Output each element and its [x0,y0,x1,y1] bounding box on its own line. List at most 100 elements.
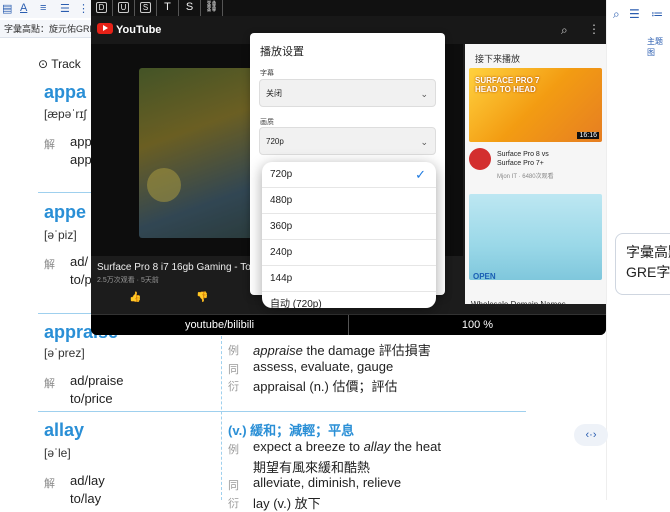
track-text: Track [51,57,81,71]
video-toolbar: D U S T S ⛓ [91,0,606,16]
quality-option-480p[interactable]: 480p [262,188,436,214]
download-button[interactable]: D [91,0,113,16]
quality-select[interactable]: 720p ⌄ [259,127,436,155]
theme-link[interactable]: 主题图 [647,36,670,58]
ad-thumbnail[interactable]: OPEN [469,194,602,281]
upload-button[interactable]: U [113,0,135,16]
option-label: 720p [270,169,293,180]
right-pane: ⌕ ☰ ≔ 主题图 字彙高點 GRE字 [606,0,670,500]
synonym-label: 同 [228,364,239,376]
quality-options-menu: 720p ✓ 480p 360p 240p 144p 自动 (720p) [262,162,436,308]
youtube-logo[interactable]: YouTube [97,23,161,36]
synonym-text: assess, evaluate, gauge [253,359,394,374]
entry-word: appe [44,202,87,222]
entry-etymology: ad/praise to/price [70,372,123,408]
bullet-list-icon[interactable]: ≔ [651,7,663,21]
quality-option-auto[interactable]: 自动 (720p) [262,292,436,308]
entry-word: appa [44,82,87,102]
column-divider [221,336,222,500]
menu-icon[interactable]: ⋮ [78,2,89,15]
example-label: 例 [228,345,239,357]
subtitle-select[interactable]: 关闭 ⌄ [259,79,436,107]
video-title[interactable]: Surface Pro 8 i7 16gb Gaming - Tof [97,262,257,273]
card-line: GRE字 [626,264,670,280]
quality-option-360p[interactable]: 360p [262,214,436,240]
example-keyword: appraise [253,343,303,358]
strike-button[interactable]: S [179,0,201,16]
search-icon[interactable]: ⌕ [613,7,620,22]
list-icon[interactable]: ☰ [629,7,640,21]
entry-ipa: [əˈprez] [44,346,85,360]
definition: (v.) 緩和；減輕；平息 [228,423,355,438]
example-label: 例 [228,444,239,456]
synonym-text: alleviate, diminish, relieve [253,475,402,490]
example-sentence: expect a breeze to allay the heat [253,439,441,454]
dislike-icon[interactable]: 👎 [196,292,208,303]
entry-ipa: [əˈpiz] [44,228,77,242]
save-button[interactable]: S [135,0,157,16]
entry-jie-label: 解 [44,139,55,151]
etymology-line: ad/praise [70,373,124,388]
quality-value: 720p [266,137,284,146]
recommended-thumbnail[interactable]: SURFACE PRO 7 HEAD TO HEAD 16:16 [469,68,602,142]
entry-etymology: ad/lay to/lay [70,472,105,508]
entry-ipa: [əˈle] [44,446,71,460]
synonym-label: 同 [228,480,239,492]
derivative-label: 衍 [228,498,239,510]
entry-word: allay [44,420,85,440]
quality-option-240p[interactable]: 240p [262,240,436,266]
video-actions: 👍 👎 [129,292,209,303]
brand-text: YouTube [116,24,162,36]
option-label: 自动 (720p) [270,299,322,308]
settings-title: 播放设置 [260,46,304,58]
recommended-title[interactable]: Surface Pro 8 vs Surface Pro 7+ [497,150,549,168]
quality-option-720p[interactable]: 720p ✓ [262,162,436,188]
card-line: 字彙高點 [626,244,670,260]
format-icon[interactable]: ☰ [60,2,70,15]
channel-avatar[interactable] [469,148,491,170]
chevron-down-icon: ⌄ [420,137,428,147]
word-card[interactable]: 字彙高點 GRE字 [615,233,670,295]
list-icon[interactable]: ≡ [40,2,46,14]
document-tab[interactable]: 字彙高點：旋元佑GRE字 [0,20,95,38]
etymology-line: to/price [70,391,113,406]
ad-open-label[interactable]: OPEN [473,272,496,281]
derivative-text: appraisal (n.) 估價；評估 [253,379,398,394]
layout-icon[interactable]: ▤ [2,2,12,15]
option-label: 360p [270,221,293,232]
example-keyword: allay [363,439,391,454]
source-label[interactable]: youtube/bilibili [91,319,348,331]
search-icon[interactable]: ⌕ [561,23,568,38]
video-footer: youtube/bilibili 100 % [91,314,606,335]
example-rest: the damage 評估損害 [302,343,431,358]
option-label: 240p [270,247,293,258]
etymology-line: to/lay [70,491,102,506]
play-icon [97,23,113,34]
ad-title[interactable]: Wholesale Domain Names [471,300,566,309]
derivative-text: lay (v.) 放下 [253,496,321,511]
etymology-line: to/p [70,272,92,287]
example-pre: expect a breeze to [253,439,364,454]
text-button[interactable]: T [157,0,179,16]
zoom-label[interactable]: 100 % [349,319,606,331]
entry-jie-label: 解 [44,478,55,490]
more-icon[interactable]: ⋮ [588,22,600,36]
text-style-icon[interactable]: A [20,2,27,14]
entry-jie-label: 解 [44,378,55,390]
etymology-line: ad/ [70,254,89,269]
duration-badge: 16:16 [577,132,599,139]
like-icon[interactable]: 👍 [129,292,141,303]
entry-ipa: [æpəˈrɪʃ [44,107,87,121]
video-meta: 2.5万次观看 · 5天前 [97,277,159,284]
quality-option-144p[interactable]: 144p [262,266,436,292]
link-icon[interactable]: ⛓ [201,0,223,16]
game-hud-icon [147,168,181,202]
subtitle-label: 字幕 [260,70,274,77]
thumbnail-text: SURFACE PRO 7 HEAD TO HEAD [475,76,540,94]
up-next-panel: 接下来播放 SURFACE PRO 7 HEAD TO HEAD 16:16 Su… [465,44,606,309]
entry-etymology: ad/ to/p [70,253,92,289]
track-label[interactable]: ⊙ Track [38,57,81,71]
chevron-down-icon: ⌄ [420,89,428,99]
page-nav-button[interactable]: ‹·› [574,424,608,446]
document-toolbar: ▤ A ≡ ☰ ⋮ [0,0,95,18]
